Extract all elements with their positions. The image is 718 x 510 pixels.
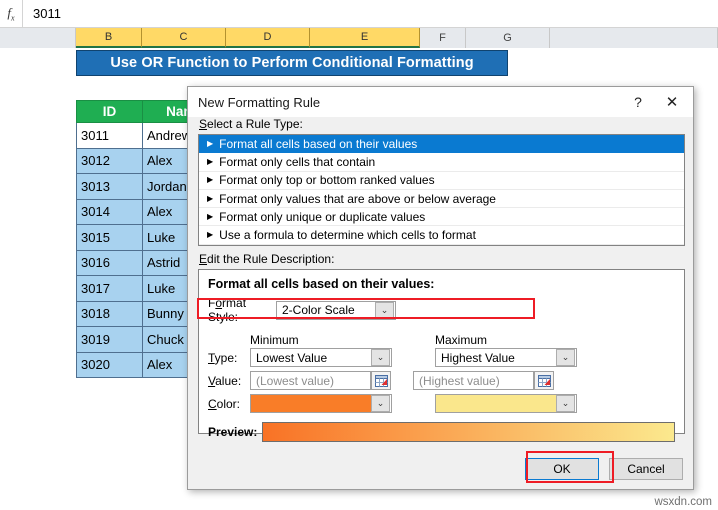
value-maximum-placeholder: (Highest value) <box>414 374 533 388</box>
column-header-spacer <box>0 28 76 48</box>
type-label: Type: <box>208 351 250 365</box>
value-maximum-input[interactable]: (Highest value) <box>413 371 534 390</box>
format-style-label: Format Style: <box>208 296 276 324</box>
cell-id[interactable]: 3013 <box>77 174 143 200</box>
sheet-title-banner: Use OR Function to Perform Conditional F… <box>76 50 508 76</box>
column-header-B[interactable]: B <box>76 28 142 48</box>
fx-icon: fx <box>0 0 23 27</box>
chevron-down-icon[interactable]: ⌄ <box>556 349 575 366</box>
range-picker-icon-minimum[interactable] <box>371 371 391 390</box>
column-header-row: BCDEFG <box>0 28 718 48</box>
color-minimum-swatch <box>251 395 371 412</box>
range-picker-icon-maximum[interactable] <box>534 371 554 390</box>
triangle-right-icon: ▶ <box>207 140 213 148</box>
color-label: Color: <box>208 397 250 411</box>
column-header-G[interactable]: G <box>466 28 550 48</box>
cancel-button[interactable]: Cancel <box>609 458 683 480</box>
rule-type-label: Format all cells based on their values <box>219 137 417 151</box>
column-header-id: ID <box>77 101 143 123</box>
rule-type-item-3[interactable]: ▶ Format only values that are above or be… <box>199 190 684 208</box>
triangle-right-icon: ▶ <box>207 231 213 239</box>
new-formatting-rule-dialog: New Formatting Rule ? ✕ Select a Rule Ty… <box>187 86 694 490</box>
rule-type-item-2[interactable]: ▶ Format only top or bottom ranked values <box>199 172 684 190</box>
value-minimum-placeholder: (Lowest value) <box>251 374 370 388</box>
preview-gradient-bar <box>262 422 675 442</box>
color-maximum-swatch <box>436 395 556 412</box>
help-icon[interactable]: ? <box>621 89 655 115</box>
column-header-F[interactable]: F <box>420 28 466 48</box>
ok-button[interactable]: OK <box>525 458 599 480</box>
description-heading: Format all cells based on their values: <box>208 277 675 291</box>
cell-id[interactable]: 3019 <box>77 327 143 353</box>
rule-type-label: Format only top or bottom ranked values <box>219 173 434 187</box>
rule-type-item-5[interactable]: ▶ Use a formula to determine which cells … <box>199 226 684 244</box>
type-minimum-select[interactable]: Lowest Value ⌄ <box>250 348 392 367</box>
dialog-footer: OK Cancel <box>525 458 683 480</box>
rule-type-item-4[interactable]: ▶ Format only unique or duplicate values <box>199 208 684 226</box>
description-label: Edit the Rule Description: <box>199 252 683 266</box>
cell-id[interactable]: 3012 <box>77 148 143 174</box>
watermark: wsxdn.com <box>654 496 712 508</box>
chevron-down-icon[interactable]: ⌄ <box>556 395 575 412</box>
cell-id[interactable]: 3020 <box>77 352 143 378</box>
rule-type-label-rest: elect a Rule Type: <box>207 117 303 131</box>
formula-bar: fx 3011 <box>0 0 718 28</box>
triangle-right-icon: ▶ <box>207 213 213 221</box>
description-label-rest: dit the Rule Description: <box>207 252 334 266</box>
format-style-value: 2-Color Scale <box>277 303 375 317</box>
cell-id[interactable]: 3016 <box>77 250 143 276</box>
rule-description-group: Format all cells based on their values: … <box>198 269 685 434</box>
rule-type-item-0[interactable]: ▶ Format all cells based on their values <box>199 135 684 153</box>
rule-type-listbox[interactable]: ▶Format all cells based on their values▶… <box>198 134 685 246</box>
chevron-down-icon[interactable]: ⌄ <box>371 349 390 366</box>
cell-id[interactable]: 3011 <box>77 123 143 149</box>
cell-id[interactable]: 3017 <box>77 276 143 302</box>
minimum-label: Minimum <box>250 333 435 347</box>
rule-type-label: Format only unique or duplicate values <box>219 210 425 224</box>
type-minimum-value: Lowest Value <box>251 351 371 365</box>
column-header-C[interactable]: C <box>142 28 226 48</box>
dialog-title: New Formatting Rule <box>198 95 621 110</box>
value-label: Value: <box>208 374 250 388</box>
close-icon[interactable]: ✕ <box>655 89 689 115</box>
formula-input[interactable]: 3011 <box>23 6 718 21</box>
color-maximum-select[interactable]: ⌄ <box>435 394 577 413</box>
chevron-down-icon[interactable]: ⌄ <box>375 302 394 319</box>
chevron-down-icon[interactable]: ⌄ <box>371 395 390 412</box>
rule-type-label: Select a Rule Type: <box>199 117 683 131</box>
dialog-titlebar: New Formatting Rule ? ✕ <box>188 87 693 117</box>
cell-id[interactable]: 3015 <box>77 225 143 251</box>
value-minimum-input[interactable]: (Lowest value) <box>250 371 371 390</box>
cell-id[interactable]: 3018 <box>77 301 143 327</box>
column-header-E[interactable]: E <box>310 28 420 48</box>
triangle-right-icon: ▶ <box>207 158 213 166</box>
type-maximum-value: Highest Value <box>436 351 556 365</box>
triangle-right-icon: ▶ <box>207 195 213 203</box>
preview-label: Preview: <box>208 425 262 439</box>
column-header-D[interactable]: D <box>226 28 310 48</box>
rule-type-label: Format only values that are above or bel… <box>219 192 496 206</box>
column-header-spacer <box>550 28 718 48</box>
cell-id[interactable]: 3014 <box>77 199 143 225</box>
triangle-right-icon: ▶ <box>207 176 213 184</box>
type-maximum-select[interactable]: Highest Value ⌄ <box>435 348 577 367</box>
rule-type-item-1[interactable]: ▶ Format only cells that contain <box>199 153 684 171</box>
color-minimum-select[interactable]: ⌄ <box>250 394 392 413</box>
maximum-label: Maximum <box>435 333 487 347</box>
rule-type-label: Format only cells that contain <box>219 155 375 169</box>
rule-type-label: Use a formula to determine which cells t… <box>219 228 476 242</box>
format-style-select[interactable]: 2-Color Scale ⌄ <box>276 301 396 320</box>
